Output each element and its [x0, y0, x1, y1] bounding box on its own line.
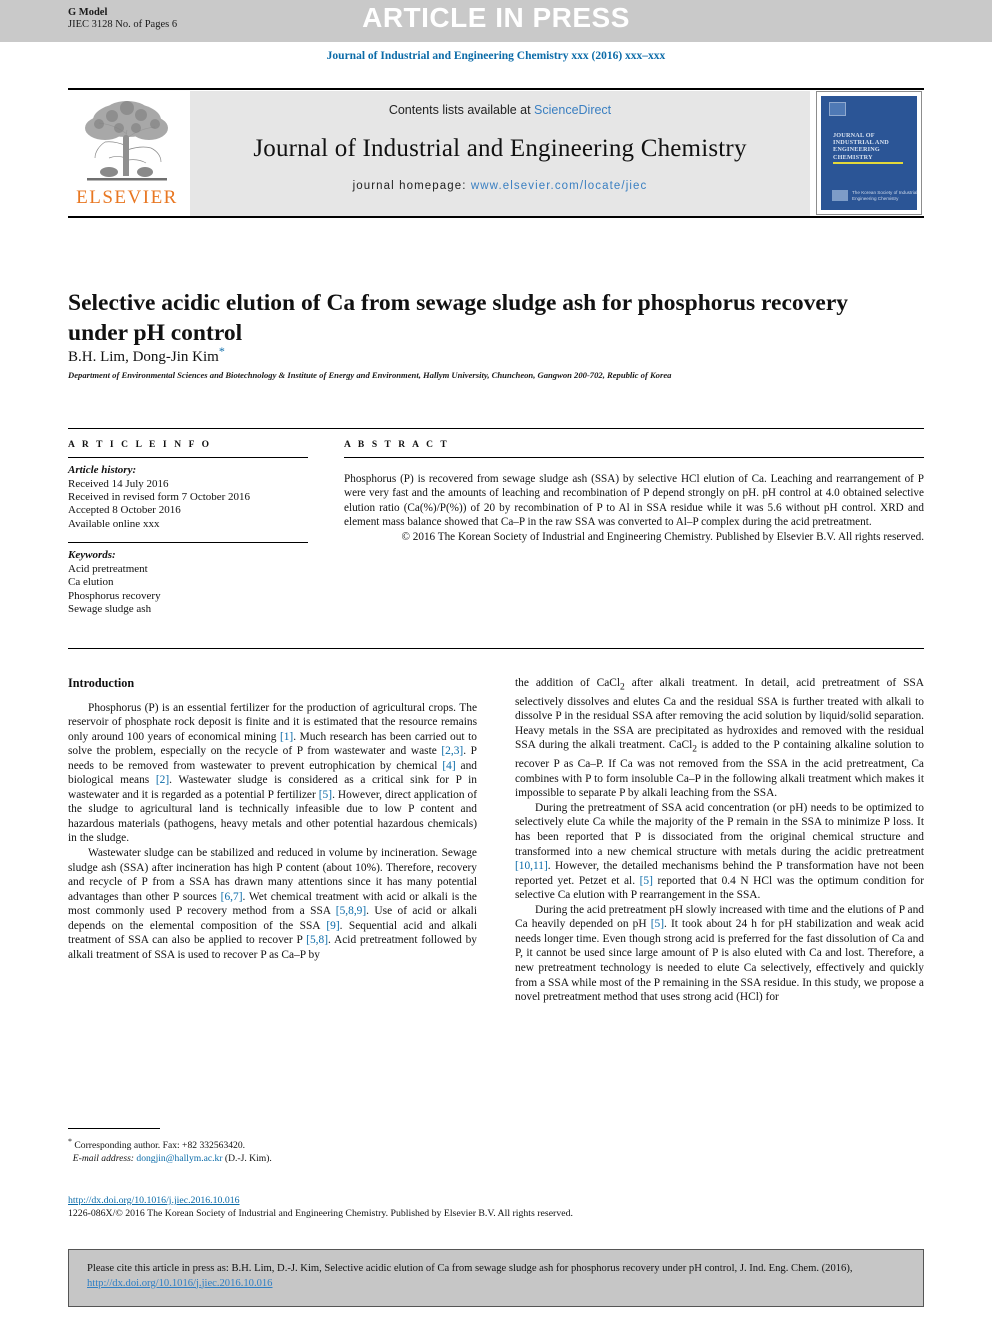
info-section-bottom-rule — [68, 648, 924, 650]
citation-ref[interactable]: [2] — [156, 774, 169, 786]
paragraph: During the acid pretreatment pH slowly i… — [515, 903, 924, 1005]
history-item: Available online xxx — [68, 517, 160, 530]
email-suffix: (D.-J. Kim). — [222, 1152, 272, 1164]
society-footer-logo-icon — [832, 190, 848, 201]
paragraph: During the pretreatment of SSA acid conc… — [515, 801, 924, 903]
keywords-label: Keywords: — [68, 549, 116, 562]
keywords-block: Keywords: Acid pretreatment Ca elution P… — [68, 549, 308, 616]
citation-ref[interactable]: [5] — [319, 789, 332, 801]
page-footer: http://dx.doi.org/10.1016/j.jiec.2016.10… — [68, 1194, 924, 1220]
masthead-top-rule — [68, 88, 924, 90]
abstract-heading: A B S T R A C T — [344, 440, 450, 450]
citation-ref[interactable]: [5] — [651, 918, 664, 930]
contents-label: Contents lists available at — [388, 103, 535, 117]
article-history: Article history: Received 14 July 2016 R… — [68, 464, 308, 531]
cite-this-article-text: Please cite this article in press as: B.… — [69, 1250, 923, 1291]
homepage-label: journal homepage: — [352, 180, 471, 192]
citation-ref[interactable]: [5] — [640, 875, 653, 887]
abstract-column: A B S T R A C T Phosphorus (P) is recove… — [344, 440, 924, 544]
cite-text: Please cite this article in press as: B.… — [87, 1263, 853, 1274]
author-names: B.H. Lim, Dong-Jin Kim — [68, 349, 219, 365]
article-info-column: A R T I C L E I N F O Article history: R… — [68, 440, 308, 616]
homepage-url-link[interactable]: www.elsevier.com/locate/jiec — [471, 180, 648, 192]
keyword-item: Acid pretreatment — [68, 562, 148, 575]
citation-ref[interactable]: [1] — [280, 731, 293, 743]
elsevier-tree-icon — [79, 94, 175, 186]
issn-copyright-line: 1226-086X/© 2016 The Korean Society of I… — [68, 1208, 573, 1219]
page-title: Selective acidic elution of Ca from sewa… — [68, 289, 849, 346]
email-label: E-mail address: — [72, 1152, 137, 1164]
citation-ref[interactable]: [6,7] — [221, 891, 243, 903]
article-info-heading: A R T I C L E I N F O — [68, 440, 212, 450]
g-model-id: JIEC 3128 No. of Pages 6 — [68, 18, 178, 30]
masthead-center-panel: Contents lists available at ScienceDirec… — [190, 91, 810, 216]
corresponding-author-footnote: * Corresponding author. Fax: +82 3325634… — [68, 1136, 477, 1165]
paragraph: the addition of CaCl2 after alkali treat… — [515, 676, 924, 801]
journal-title: Journal of Industrial and Engineering Ch… — [253, 135, 747, 162]
history-item: Accepted 8 October 2016 — [68, 504, 181, 517]
paragraph-text: the addition of CaCl — [515, 677, 621, 689]
keyword-item: Sewage sludge ash — [68, 603, 152, 616]
corresponding-author-marker: * — [218, 344, 225, 358]
footnote-rule — [68, 1128, 160, 1130]
g-model-block: G Model JIEC 3128 No. of Pages 6 — [68, 7, 177, 30]
section-heading-introduction: Introduction — [68, 676, 135, 690]
citation-ref[interactable]: [5,8] — [306, 934, 328, 946]
journal-cover-title: Journal of Industrial and Engineering Ch… — [833, 132, 889, 161]
society-badge-icon — [829, 102, 846, 116]
journal-masthead: ELSEVIER Contents lists available at Sci… — [68, 88, 924, 218]
abstract-copyright: © 2016 The Korean Society of Industrial … — [401, 531, 924, 543]
article-info-heading-rule — [68, 457, 308, 459]
sciencedirect-link[interactable]: ScienceDirect — [534, 103, 611, 117]
cite-this-article-box: Please cite this article in press as: B.… — [68, 1249, 924, 1307]
elsevier-logo: ELSEVIER — [70, 94, 184, 212]
keyword-item: Phosphorus recovery — [68, 589, 161, 602]
paragraph-text: During the pretreatment of SSA acid conc… — [515, 801, 924, 858]
author-list: B.H. Lim, Dong-Jin Kim* — [68, 344, 868, 366]
keyword-item: Ca elution — [68, 576, 114, 589]
cite-doi-link[interactable]: http://dx.doi.org/10.1016/j.jiec.2016.10… — [87, 1278, 272, 1289]
citation-ref[interactable]: [10,11] — [515, 860, 548, 872]
body-left-column: Introduction Phosphorus (P) is an essent… — [68, 676, 477, 962]
journal-cover-thumbnail: Journal of Industrial and Engineering Ch… — [816, 91, 922, 215]
paragraph: Phosphorus (P) is an essential fertilize… — [68, 701, 477, 846]
footnote-corresponding-text: Corresponding author. Fax: +82 332563420… — [74, 1140, 246, 1152]
journal-cover-image: Journal of Industrial and Engineering Ch… — [821, 96, 917, 210]
paragraph: Wastewater sludge can be stabilized and … — [68, 846, 477, 962]
contents-line: Contents lists available at ScienceDirec… — [190, 103, 810, 117]
masthead-bottom-rule — [68, 216, 924, 218]
journal-homepage-line: journal homepage: www.elsevier.com/locat… — [190, 180, 810, 192]
article-history-label: Article history: — [68, 464, 137, 477]
citation-ref[interactable]: [2,3] — [441, 745, 463, 757]
footnote-marker: * — [68, 1137, 72, 1146]
journal-running-head: Journal of Industrial and Engineering Ch… — [326, 50, 666, 62]
body-right-column: the addition of CaCl2 after alkali treat… — [515, 676, 924, 1005]
affiliation: Department of Environmental Sciences and… — [68, 370, 672, 380]
paragraph-text: . It took about 24 h for pH stabilizatio… — [515, 918, 925, 1004]
journal-cover-footer: The Korean Society of Industrial and Eng… — [852, 190, 917, 201]
doi-link[interactable]: http://dx.doi.org/10.1016/j.jiec.2016.10… — [68, 1195, 240, 1206]
email-link[interactable]: dongjin@hallym.ac.kr — [136, 1153, 222, 1164]
history-item: Received 14 July 2016 — [68, 477, 169, 490]
info-section-top-rule — [68, 428, 924, 430]
elsevier-wordmark: ELSEVIER — [76, 187, 178, 208]
abstract-text: Phosphorus (P) is recovered from sewage … — [344, 473, 924, 528]
citation-ref[interactable]: [4] — [442, 760, 455, 772]
keywords-rule — [68, 542, 308, 544]
citation-ref[interactable]: [5,8,9] — [336, 905, 366, 917]
citation-ref[interactable]: [9] — [326, 920, 339, 932]
journal-cover-rule — [833, 162, 903, 164]
history-item: Received in revised form 7 October 2016 — [68, 491, 251, 503]
g-model-label: G Model — [68, 7, 108, 18]
abstract-heading-rule — [344, 457, 924, 459]
